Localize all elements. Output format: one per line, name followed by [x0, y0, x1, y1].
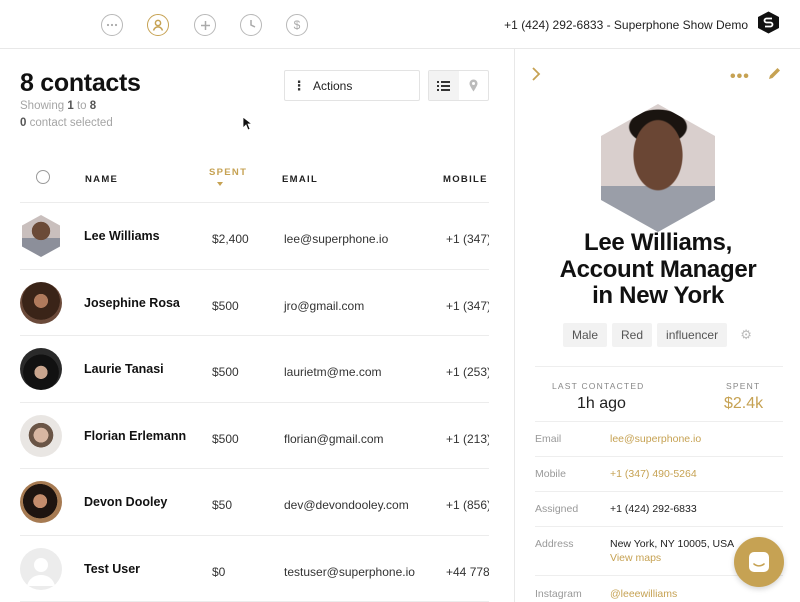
- detail-email: Email lee@superphone.io: [535, 421, 783, 445]
- contacts-panel: 8 contacts Showing 1 to 8 0 contact sele…: [0, 49, 514, 602]
- messages-icon[interactable]: [101, 14, 123, 36]
- tag-gender[interactable]: Male: [563, 323, 608, 347]
- more-vertical-icon: ⋮: [292, 77, 306, 93]
- superphone-logo-icon[interactable]: [757, 11, 780, 34]
- gear-icon[interactable]: ⚙: [732, 323, 760, 347]
- last-contacted-label: LAST CONTACTED: [552, 381, 645, 391]
- table-row[interactable]: Lee Williams $2,400 lee@superphone.io +1…: [20, 203, 489, 270]
- table-row[interactable]: Josephine Rosa $500 jro@gmail.com +1 (34…: [20, 270, 489, 336]
- chat-icon: [749, 552, 769, 572]
- avatar-placeholder: [20, 547, 62, 590]
- actions-button[interactable]: ⋮ Actions: [284, 70, 420, 101]
- column-email[interactable]: EMAIL: [282, 174, 318, 185]
- mouse-cursor-icon: [242, 116, 252, 131]
- spent-value: $2.4k: [724, 395, 764, 412]
- view-maps-link[interactable]: View maps: [610, 552, 661, 564]
- profile-photo: [601, 104, 715, 232]
- view-toggle: [428, 70, 489, 101]
- contact-detail-panel: ••• Lee Williams, Account Manager in New…: [514, 49, 800, 602]
- avatar: [20, 481, 62, 523]
- select-all-checkbox[interactable]: [36, 170, 50, 184]
- table-row[interactable]: Laurie Tanasi $500 laurietm@me.com +1 (2…: [20, 336, 489, 403]
- payments-icon[interactable]: $: [286, 14, 308, 36]
- contacts-count-title: 8 contacts: [20, 69, 141, 97]
- table-row[interactable]: Test User $0 testuser@superphone.io +44 …: [20, 536, 489, 602]
- avatar: [22, 215, 60, 257]
- profile-name: Lee Williams, Account Manager in New Yor…: [559, 229, 757, 309]
- column-mobile[interactable]: MOBILE: [443, 174, 488, 185]
- more-horizontal-icon[interactable]: •••: [730, 68, 750, 86]
- contacts-table: NAME SPENT EMAIL MOBILE Lee Williams $2,…: [20, 159, 489, 602]
- divider: [535, 366, 783, 367]
- account-label[interactable]: +1 (424) 292-6833 - Superphone Show Demo: [504, 18, 748, 32]
- table-header: NAME SPENT EMAIL MOBILE: [20, 159, 489, 203]
- add-icon[interactable]: [194, 14, 216, 36]
- last-contacted-value: 1h ago: [577, 395, 626, 412]
- contacts-icon[interactable]: [147, 14, 169, 36]
- chat-launcher-button[interactable]: [734, 537, 784, 587]
- profile-tags: Male Red influencer ⚙: [563, 323, 760, 347]
- top-bar: $ +1 (424) 292-6833 - Superphone Show De…: [0, 0, 800, 49]
- avatar: [20, 281, 62, 324]
- showing-range: Showing 1 to 8: [20, 100, 97, 112]
- list-view-icon[interactable]: [429, 71, 459, 100]
- detail-mobile: Mobile +1 (347) 490-5264: [535, 456, 783, 480]
- spent-label: SPENT: [726, 381, 761, 391]
- column-spent[interactable]: SPENT: [209, 167, 247, 186]
- analytics-icon[interactable]: [240, 14, 262, 36]
- actions-label: Actions: [313, 78, 353, 93]
- detail-address: Address New York, NY 10005, USA View map…: [535, 526, 783, 564]
- edit-pencil-icon[interactable]: [767, 66, 782, 81]
- detail-assigned: Assigned +1 (424) 292-6833: [535, 491, 783, 515]
- map-view-icon[interactable]: [459, 71, 489, 100]
- avatar: [20, 414, 62, 457]
- sort-caret-icon: [217, 182, 223, 186]
- selected-count: 0 contact selected: [20, 117, 113, 129]
- tag-role[interactable]: influencer: [657, 323, 728, 347]
- table-row[interactable]: Devon Dooley $50 dev@devondooley.com +1 …: [20, 469, 489, 536]
- chevron-right-icon[interactable]: [531, 66, 541, 82]
- column-name[interactable]: NAME: [85, 174, 118, 185]
- table-row[interactable]: Florian Erlemann $500 florian@gmail.com …: [20, 403, 489, 469]
- tag-color[interactable]: Red: [612, 323, 653, 347]
- avatar: [20, 348, 62, 390]
